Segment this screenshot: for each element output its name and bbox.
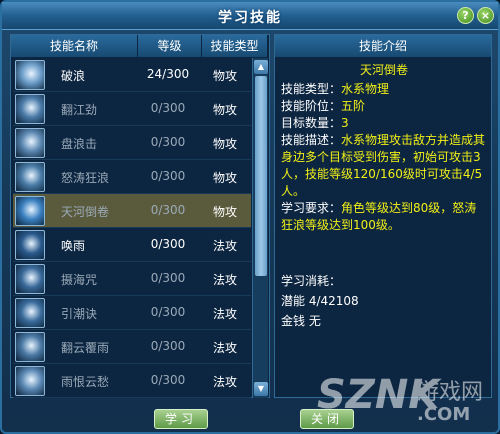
intro-type-line: 技能类型：水系物理 (281, 81, 487, 98)
req-label: 学习要求： (281, 201, 342, 215)
intro-body: 天河倒卷 技能类型：水系物理 技能阶位：五阶 目标数量：3 技能描述：水系物理攻… (281, 62, 487, 234)
skill-type: 法攻 (212, 341, 237, 355)
skill-row[interactable]: 翻江劲 0/300 物攻 (13, 92, 251, 126)
title-bar[interactable]: 学习技能 ? × (2, 2, 498, 30)
skill-row[interactable]: 雨恨云愁 0/300 法攻 (13, 364, 251, 398)
skill-name: 翻江劲 (61, 103, 98, 117)
scroll-down-arrow-icon[interactable]: ▼ (254, 382, 268, 396)
targets-label: 目标数量： (281, 116, 342, 130)
skill-learning-window: 学习技能 ? × 技能名称 等级 技能类型 破浪 24/300 物攻 翻江劲 0/300… (0, 0, 500, 434)
skill-name: 翻云覆雨 (61, 341, 110, 355)
gold-label: 金钱 (281, 314, 306, 328)
skill-level: 0/300 (150, 305, 186, 319)
watermark-domain: .COM (417, 404, 471, 425)
watermark-site: 游戏网 (417, 380, 484, 405)
window-title: 学习技能 (218, 10, 282, 26)
intro-requirement: 学习要求：角色等级达到80级，怒涛狂浪等级达到100级。 (281, 200, 487, 234)
skill-type: 物攻 (212, 205, 237, 219)
wave-crest-icon (15, 60, 45, 90)
raging-tide-icon (15, 162, 45, 192)
skill-level: 0/300 (150, 203, 186, 217)
column-header-name: 技能名称 (11, 35, 138, 57)
skill-name: 天河倒卷 (61, 205, 110, 219)
skill-row[interactable]: 摄海咒 0/300 法攻 (13, 262, 251, 296)
vortex-icon (15, 196, 45, 226)
skill-level: 0/300 (150, 237, 186, 251)
skill-type: 法攻 (212, 307, 237, 321)
skill-row[interactable]: 翻云覆雨 0/300 法攻 (13, 330, 251, 364)
whirl-force-icon (15, 94, 45, 124)
type-value: 水系物理 (341, 82, 390, 96)
skill-type: 法攻 (212, 273, 237, 287)
potential-label: 潜能 (281, 294, 306, 308)
skill-level: 0/300 (150, 169, 186, 183)
skill-level: 0/300 (150, 101, 186, 115)
skill-row[interactable]: 引潮诀 0/300 法攻 (13, 296, 251, 330)
column-header-level: 等级 (138, 35, 202, 57)
type-label: 技能类型： (281, 82, 342, 96)
sea-curse-icon (15, 264, 45, 294)
skill-row[interactable]: 唤雨 0/300 法攻 (13, 228, 251, 262)
skill-list: 破浪 24/300 物攻 翻江劲 0/300 物攻 盘浪击 0/300 物攻 怒涛狂浪 0/300 物… (13, 58, 251, 398)
learn-button[interactable]: 学习 (154, 409, 208, 429)
skill-name: 雨恨云愁 (61, 375, 110, 389)
skill-intro-panel: 技能介绍 天河倒卷 技能类型：水系物理 技能阶位：五阶 目标数量：3 技能描述：… (274, 34, 492, 398)
intro-description: 技能描述：水系物理攻击敌方并造成其身边多个目标受到伤害，初始可攻击3人，技能等级… (281, 132, 487, 200)
skill-level: 0/300 (150, 339, 186, 353)
column-header-type: 技能类型 (202, 35, 268, 57)
site-watermark-logo: SZNK 游戏网 .COM (317, 372, 497, 432)
targets-value: 3 (341, 116, 349, 130)
skill-row[interactable]: 怒涛狂浪 0/300 物攻 (13, 160, 251, 194)
skill-name: 盘浪击 (61, 137, 98, 151)
skill-level: 0/300 (150, 135, 186, 149)
skill-list-scrollbar[interactable]: ▲ ▼ (252, 58, 268, 398)
help-button[interactable]: ? (457, 7, 474, 24)
skill-row[interactable]: 破浪 24/300 物攻 (13, 58, 251, 92)
cloud-rain-icon (15, 332, 45, 362)
tier-value: 五阶 (341, 99, 366, 113)
skill-level: 0/300 (150, 271, 186, 285)
learning-cost: 学习消耗： 潜能 4/42108 金钱 无 (281, 271, 487, 331)
scroll-up-arrow-icon[interactable]: ▲ (254, 60, 268, 74)
skill-row[interactable]: 盘浪击 0/300 物攻 (13, 126, 251, 160)
skill-name: 引潮诀 (61, 307, 98, 321)
potential-line: 潜能 4/42108 (281, 291, 487, 311)
skill-type: 法攻 (212, 375, 237, 389)
potential-value: 4/42108 (308, 294, 359, 308)
gold-line: 金钱 无 (281, 311, 487, 331)
desc-label: 技能描述： (281, 133, 342, 147)
intro-targets-line: 目标数量：3 (281, 115, 487, 132)
skill-list-panel: 技能名称 等级 技能类型 破浪 24/300 物攻 翻江劲 0/300 物攻 盘浪击 0/30… (10, 34, 270, 398)
rain-icon (15, 230, 45, 260)
skill-type: 物攻 (212, 103, 237, 117)
sorrow-rain-icon (15, 366, 45, 396)
skill-type: 物攻 (212, 171, 237, 185)
intro-header: 技能介绍 (275, 35, 491, 57)
skill-name: 摄海咒 (61, 273, 98, 287)
skill-level: 24/300 (146, 67, 190, 81)
skill-type: 物攻 (212, 137, 237, 151)
skill-name: 唤雨 (61, 239, 86, 253)
skill-name: 破浪 (61, 69, 86, 83)
close-icon[interactable]: × (477, 7, 494, 24)
cost-title: 学习消耗： (281, 274, 342, 288)
tide-pull-icon (15, 298, 45, 328)
intro-tier-line: 技能阶位：五阶 (281, 98, 487, 115)
gold-value: 无 (308, 314, 321, 328)
scroll-thumb[interactable] (255, 76, 267, 276)
skill-row[interactable]: 天河倒卷 0/300 物攻 (13, 194, 251, 228)
coil-wave-icon (15, 128, 45, 158)
skill-type: 物攻 (212, 69, 237, 83)
intro-skill-name: 天河倒卷 (359, 63, 408, 77)
skill-level: 0/300 (150, 373, 186, 387)
tier-label: 技能阶位： (281, 99, 342, 113)
skill-type: 法攻 (212, 239, 237, 253)
skill-name: 怒涛狂浪 (61, 171, 110, 185)
